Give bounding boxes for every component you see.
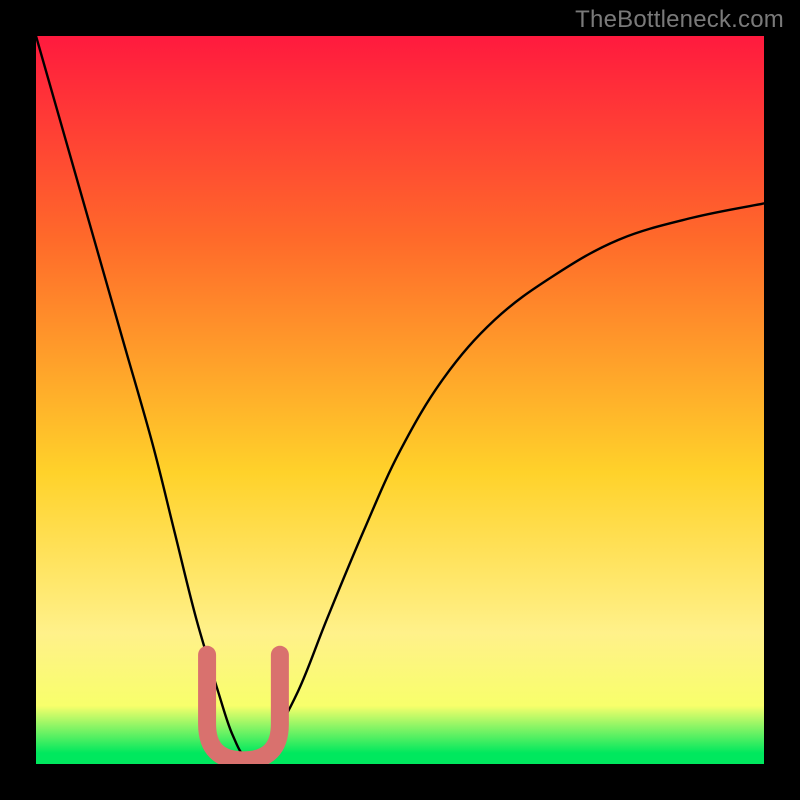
attribution-text: TheBottleneck.com <box>575 6 784 34</box>
plot-area <box>36 36 764 764</box>
chart-frame: TheBottleneck.com <box>0 0 800 800</box>
chart-svg <box>36 36 764 764</box>
gradient-background <box>36 36 764 764</box>
